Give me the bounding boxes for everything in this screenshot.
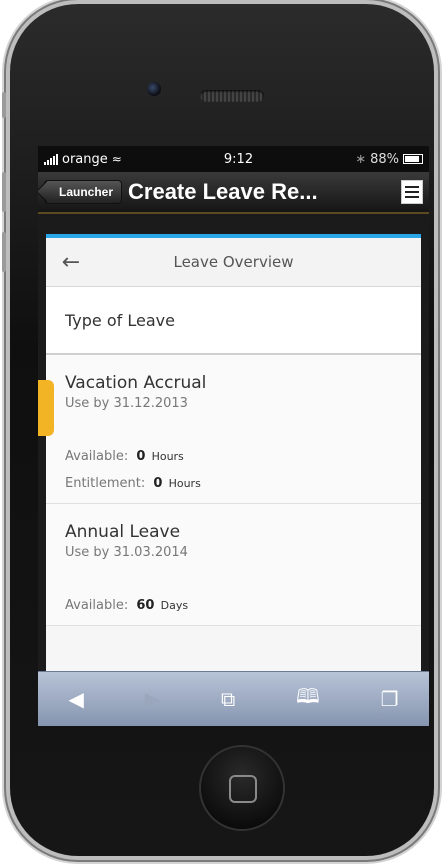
- wifi-icon: ≈: [111, 152, 122, 166]
- entitlement-row: Entitlement: 0 Hours: [65, 476, 402, 491]
- tabs-icon[interactable]: ❐: [381, 687, 399, 711]
- list-item[interactable]: Vacation Accrual Use by 31.12.2013 Avail…: [46, 355, 421, 504]
- available-row: Available: 0 Hours: [65, 449, 402, 464]
- leave-title: Vacation Accrual: [65, 373, 207, 393]
- available-label: Available:: [65, 449, 129, 464]
- back-arrow-icon[interactable]: ◀: [68, 687, 83, 711]
- status-bar: orange ≈ 9:12 ∗ 88%: [38, 146, 429, 172]
- available-value: 60: [136, 598, 155, 613]
- overview-title: Leave Overview: [173, 253, 294, 271]
- speaker-grille: [200, 90, 264, 102]
- clock: 9:12: [223, 151, 254, 167]
- leave-title: Annual Leave: [65, 522, 181, 542]
- carrier-label: orange: [62, 151, 108, 167]
- volume-down-button: [2, 232, 6, 272]
- signal-icon: [44, 153, 58, 165]
- leave-use-by: Use by 31.03.2014: [65, 545, 188, 560]
- available-value: 0: [136, 449, 146, 464]
- launcher-back-button[interactable]: Launcher: [44, 180, 123, 204]
- bluetooth-icon: ∗: [355, 151, 367, 167]
- available-unit: Hours: [151, 450, 184, 463]
- mute-switch: [2, 92, 6, 118]
- nav-bar: Launcher Create Leave Re...: [38, 172, 429, 214]
- menu-icon[interactable]: [401, 180, 423, 204]
- type-of-leave-header: Type of Leave: [46, 287, 421, 355]
- entitlement-value: 0: [153, 476, 163, 491]
- available-unit: Days: [160, 599, 189, 612]
- forward-arrow-icon: ▶: [144, 687, 161, 711]
- overview-header: ← Leave Overview: [46, 238, 421, 287]
- home-button[interactable]: [201, 747, 283, 829]
- leave-use-by: Use by 31.12.2013: [65, 396, 188, 411]
- battery-percent: 88%: [370, 151, 399, 167]
- back-arrow-icon[interactable]: ←: [46, 250, 96, 275]
- volume-up-button: [2, 172, 6, 212]
- screen: orange ≈ 9:12 ∗ 88% Launcher Create Leav…: [38, 146, 429, 726]
- camera-icon: [147, 82, 161, 96]
- bookmarks-icon[interactable]: 🕮: [296, 682, 320, 716]
- side-tab-handle[interactable]: [38, 380, 54, 436]
- list-item[interactable]: Annual Leave Use by 31.03.2014 Available…: [46, 504, 421, 626]
- share-icon[interactable]: ⧉: [221, 687, 235, 711]
- available-label: Available:: [65, 598, 129, 613]
- entitlement-label: Entitlement:: [65, 476, 146, 491]
- browser-toolbar: ◀ ▶ ⧉ 🕮 ❐: [38, 671, 429, 726]
- battery-icon: [403, 154, 423, 164]
- entitlement-unit: Hours: [168, 477, 201, 490]
- page-title: Create Leave Re...: [128, 179, 318, 204]
- available-row: Available: 60 Days: [65, 598, 402, 613]
- leave-overview-panel: ← Leave Overview Type of Leave Vacation …: [46, 234, 421, 672]
